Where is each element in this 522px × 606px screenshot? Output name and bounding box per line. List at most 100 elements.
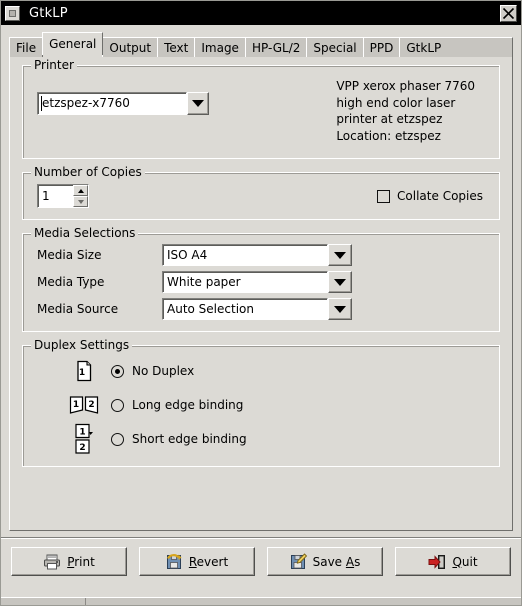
- chevron-down-icon: [334, 305, 346, 313]
- tab-special[interactable]: Special: [306, 37, 364, 57]
- window-menu-icon[interactable]: [5, 5, 20, 21]
- quit-button[interactable]: Quit: [395, 547, 511, 576]
- tab-general[interactable]: General: [42, 32, 104, 55]
- chevron-down-icon: [334, 251, 346, 259]
- copies-decrement-button[interactable]: [73, 196, 88, 207]
- tab-label: PPD: [369, 41, 394, 55]
- media-size-dropdown-button[interactable]: [328, 244, 352, 266]
- media-source-row: Media Source Auto Selection: [33, 298, 489, 320]
- print-button[interactable]: Print: [11, 547, 127, 576]
- chevron-down-icon: [334, 278, 346, 286]
- media-type-row: Media Type White paper: [33, 271, 489, 293]
- window-title: GtkLP: [29, 5, 68, 21]
- tab-label: Special: [313, 41, 357, 55]
- media-source-entry[interactable]: Auto Selection: [162, 298, 328, 320]
- notebook: File General Output Text Image HP-GL/2 S…: [9, 32, 513, 531]
- save-as-button[interactable]: Save As: [267, 547, 383, 576]
- svg-text:1: 1: [79, 368, 85, 378]
- duplex-settings-group-title: Duplex Settings: [31, 339, 133, 351]
- printer-entry[interactable]: etzspez-x7760: [37, 92, 187, 115]
- chevron-down-icon: [77, 199, 84, 204]
- duplex-settings-group: Duplex Settings 1 No Duplex 1 2 Long edg…: [22, 339, 500, 467]
- media-type-dropdown-button[interactable]: [328, 271, 352, 293]
- tab-label: Output: [109, 41, 152, 55]
- copies-value[interactable]: 1: [38, 185, 73, 207]
- status-bar: [1, 597, 521, 605]
- save-as-button-label: Save As: [312, 554, 361, 569]
- tab-label: HP-GL/2: [251, 41, 301, 55]
- radio-short-edge-binding[interactable]: [111, 432, 124, 446]
- printer-group: Printer etzspez-x7760 VPP xerox phaser 7…: [22, 59, 500, 159]
- duplex-option-no-duplex[interactable]: 1 No Duplex: [33, 354, 489, 388]
- media-type-value: White paper: [167, 275, 241, 289]
- close-icon: [502, 7, 515, 19]
- radio-long-edge-binding[interactable]: [111, 398, 124, 412]
- close-button[interactable]: [500, 4, 517, 22]
- exit-door-icon: [428, 554, 446, 570]
- tab-output[interactable]: Output: [102, 37, 159, 57]
- save-as-floppy-icon: [290, 553, 307, 570]
- media-source-dropdown-button[interactable]: [328, 298, 352, 320]
- tab-label: Image: [201, 41, 239, 55]
- printer-description: VPP xerox phaser 7760 high end color las…: [336, 79, 475, 143]
- tab-hpgl2[interactable]: HP-GL/2: [244, 37, 308, 57]
- tab-label: General: [49, 37, 97, 51]
- tab-file[interactable]: File: [9, 37, 44, 57]
- printer-row: etzspez-x7760 VPP xerox phaser 7760 high…: [33, 78, 489, 144]
- single-page-icon: 1: [67, 360, 101, 382]
- tab-text[interactable]: Text: [157, 37, 196, 57]
- tab-label: GtkLP: [406, 41, 442, 55]
- tab-gtklp[interactable]: GtkLP: [399, 37, 449, 57]
- print-button-label: Print: [67, 554, 95, 569]
- book-spread-icon: 1 2: [67, 395, 101, 415]
- tab-label: Text: [164, 41, 189, 55]
- tab-label: File: [16, 41, 37, 55]
- duplex-option-long-edge[interactable]: 1 2 Long edge binding: [33, 388, 489, 422]
- printer-combo[interactable]: etzspez-x7760: [37, 92, 209, 115]
- media-size-entry[interactable]: ISO A4: [162, 244, 328, 266]
- copies-group-title: Number of Copies: [31, 166, 145, 178]
- media-size-row: Media Size ISO A4: [33, 244, 489, 266]
- radio-no-duplex[interactable]: [111, 364, 124, 378]
- duplex-option-short-edge[interactable]: 1 2 Short edge binding: [33, 422, 489, 456]
- status-bar-divider: [85, 598, 86, 605]
- gtklp-window: GtkLP File General Output Text Image HP-…: [0, 0, 522, 606]
- stacked-pages-icon: 1 2: [67, 423, 101, 455]
- tab-bar-filler: [447, 37, 513, 57]
- general-tab-panel: Printer etzspez-x7760 VPP xerox phaser 7…: [9, 54, 513, 531]
- collate-copies-checkbox[interactable]: Collate Copies: [377, 189, 483, 203]
- tab-image[interactable]: Image: [194, 37, 246, 57]
- duplex-label-long-edge: Long edge binding: [132, 398, 244, 412]
- media-selections-group: Media Selections Media Size ISO A4 Media…: [22, 227, 500, 332]
- media-size-combo[interactable]: ISO A4: [162, 244, 352, 266]
- revert-button-label: Revert: [188, 554, 229, 569]
- revert-button[interactable]: Revert: [139, 547, 255, 576]
- printer-value: etzspez-x7760: [42, 96, 130, 110]
- duplex-label-short-edge: Short edge binding: [132, 432, 247, 446]
- tab-ppd[interactable]: PPD: [362, 37, 401, 57]
- revert-floppy-icon: [166, 553, 183, 570]
- printer-group-title: Printer: [31, 59, 77, 71]
- media-type-combo[interactable]: White paper: [162, 271, 352, 293]
- duplex-label-no-duplex: No Duplex: [132, 364, 195, 378]
- media-size-value: ISO A4: [167, 248, 208, 262]
- media-type-label: Media Type: [37, 275, 105, 289]
- media-source-label: Media Source: [37, 302, 119, 316]
- svg-text:2: 2: [79, 443, 85, 453]
- printer-icon: [43, 554, 61, 570]
- quit-button-label: Quit: [452, 554, 478, 569]
- title-bar: GtkLP: [1, 1, 521, 25]
- copies-increment-button[interactable]: [73, 185, 88, 196]
- collate-copies-label: Collate Copies: [397, 189, 483, 203]
- printer-dropdown-button[interactable]: [187, 92, 209, 115]
- media-type-entry[interactable]: White paper: [162, 271, 328, 293]
- media-selections-group-title: Media Selections: [31, 227, 139, 239]
- copies-row: 1 Collate Copies: [33, 184, 489, 208]
- chevron-up-icon: [77, 188, 84, 193]
- copies-stepper[interactable]: 1: [37, 184, 89, 208]
- checkbox-icon: [377, 189, 391, 203]
- copies-stepper-buttons: [73, 185, 88, 207]
- tab-bar: File General Output Text Image HP-GL/2 S…: [9, 32, 513, 57]
- media-source-combo[interactable]: Auto Selection: [162, 298, 352, 320]
- svg-text:1: 1: [79, 428, 85, 438]
